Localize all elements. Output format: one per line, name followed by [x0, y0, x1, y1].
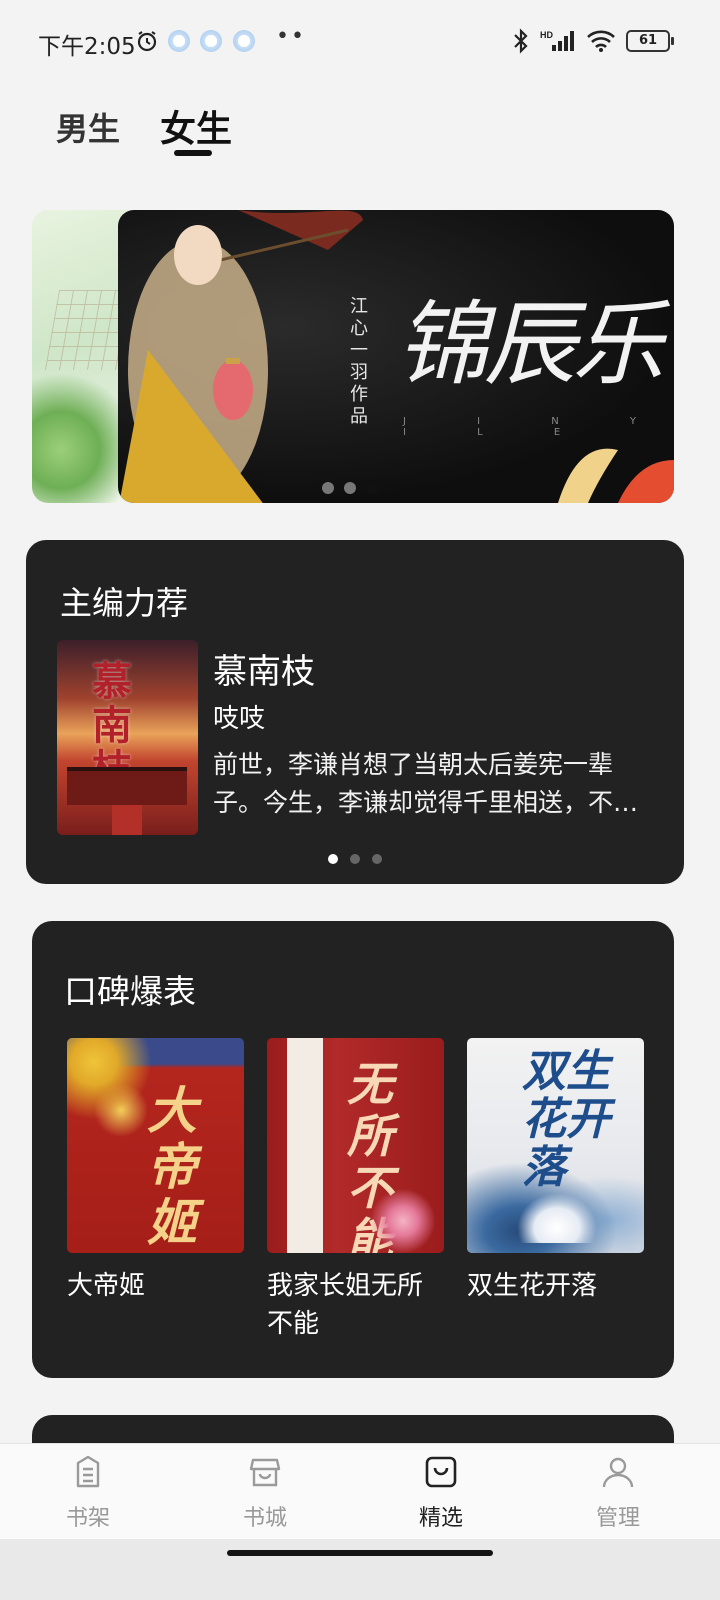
bottom-navigation: 书架 书城 精选 管理 — [0, 1443, 720, 1540]
tab-male[interactable]: 男生 — [56, 104, 120, 150]
notification-icon — [233, 30, 255, 52]
store-icon — [249, 1458, 281, 1487]
status-time: 下午2:05 — [38, 34, 136, 60]
book-title: 大帝姬 — [67, 1271, 146, 1301]
nav-bookshelf[interactable]: 书架 — [28, 1444, 148, 1540]
cover-title: 大帝姬 — [147, 1081, 197, 1252]
book-author: 吱吱 — [213, 704, 266, 734]
book-cover[interactable]: 双生花开落 — [467, 1038, 644, 1253]
signal-icon: HD — [540, 30, 574, 51]
book-title: 我家长姐无所不能 — [267, 1271, 424, 1339]
nav-manage[interactable]: 管理 — [558, 1444, 678, 1540]
pagination-dot — [344, 482, 356, 494]
banner-pinyin: J I N Y I L E — [403, 416, 671, 438]
nav-label: 管理 — [595, 1506, 640, 1531]
book-title[interactable]: 慕南枝 — [213, 644, 315, 693]
pagination-dot-active — [328, 854, 338, 864]
book-title: 双生花开落 — [467, 1271, 598, 1301]
notification-icon — [168, 30, 190, 52]
pagination-dot — [350, 854, 360, 864]
pagination-dot — [322, 482, 334, 494]
more-notifications-icon: •• — [276, 24, 306, 49]
alarm-icon — [137, 31, 157, 52]
nav-label: 书城 — [242, 1506, 287, 1531]
bookshelf-icon — [76, 1455, 100, 1488]
home-indicator[interactable] — [227, 1550, 493, 1556]
book-cover[interactable]: 慕南枝 — [57, 640, 198, 835]
book-item[interactable]: 双生花开落 双生花开落 — [467, 1038, 644, 1305]
banner-author: 江心一羽 作品 — [350, 296, 380, 428]
editor-pick-pagination — [328, 854, 382, 864]
featured-bag-icon — [425, 1456, 457, 1488]
banner-title: 锦辰乐 — [396, 291, 664, 398]
editor-pick-heading: 主编力荐 — [60, 584, 189, 622]
pagination-dot — [372, 854, 382, 864]
network-type-label: HD — [540, 30, 553, 40]
user-icon — [602, 1457, 634, 1488]
wifi-icon — [587, 30, 615, 52]
battery-icon: 61 — [626, 30, 674, 52]
banner-author-tag: 作品 — [350, 384, 368, 427]
book-item[interactable]: 大帝姬 大帝姬 — [67, 1038, 244, 1305]
pagination-dot-active — [366, 482, 378, 494]
nav-featured[interactable]: 精选 — [381, 1444, 501, 1540]
cover-title: 双生花开落 — [522, 1046, 610, 1193]
nav-label: 精选 — [418, 1506, 463, 1531]
bluetooth-icon — [514, 28, 528, 54]
praise-card: 口碑爆表 大帝姬 大帝姬 无所不能 我家长姐无所不能 双生花开落 双生花开落 — [32, 921, 674, 1378]
book-cover[interactable]: 无所不能 — [267, 1038, 444, 1253]
banner-carousel[interactable]: 江心一羽 作品 锦辰乐 J I N Y I L E — [118, 210, 674, 503]
book-description: 前世，李谦肖想了当朝太后姜宪一辈子。今生，李谦却觉得千里相送，不如守在她身边…… — [213, 750, 639, 817]
notification-icon — [200, 30, 222, 52]
editor-pick-card: 主编力荐 慕南枝 慕南枝 吱吱 前世，李谦肖想了当朝太后姜宪一辈子。今生，李谦却… — [26, 540, 684, 884]
nav-store[interactable]: 书城 — [205, 1444, 325, 1540]
status-bar: 下午2:05 •• HD 61 — [0, 0, 720, 84]
book-cover[interactable]: 大帝姬 — [67, 1038, 244, 1253]
system-gesture-bar — [0, 1539, 720, 1600]
praise-heading: 口碑爆表 — [64, 972, 196, 1011]
tab-female[interactable]: 女生 — [160, 100, 232, 152]
active-tab-indicator — [174, 150, 212, 156]
book-item[interactable]: 无所不能 我家长姐无所不能 — [267, 1038, 444, 1343]
banner-pagination — [322, 482, 378, 494]
banner-author-name: 江心一羽 — [350, 296, 368, 383]
nav-label: 书架 — [65, 1506, 110, 1531]
